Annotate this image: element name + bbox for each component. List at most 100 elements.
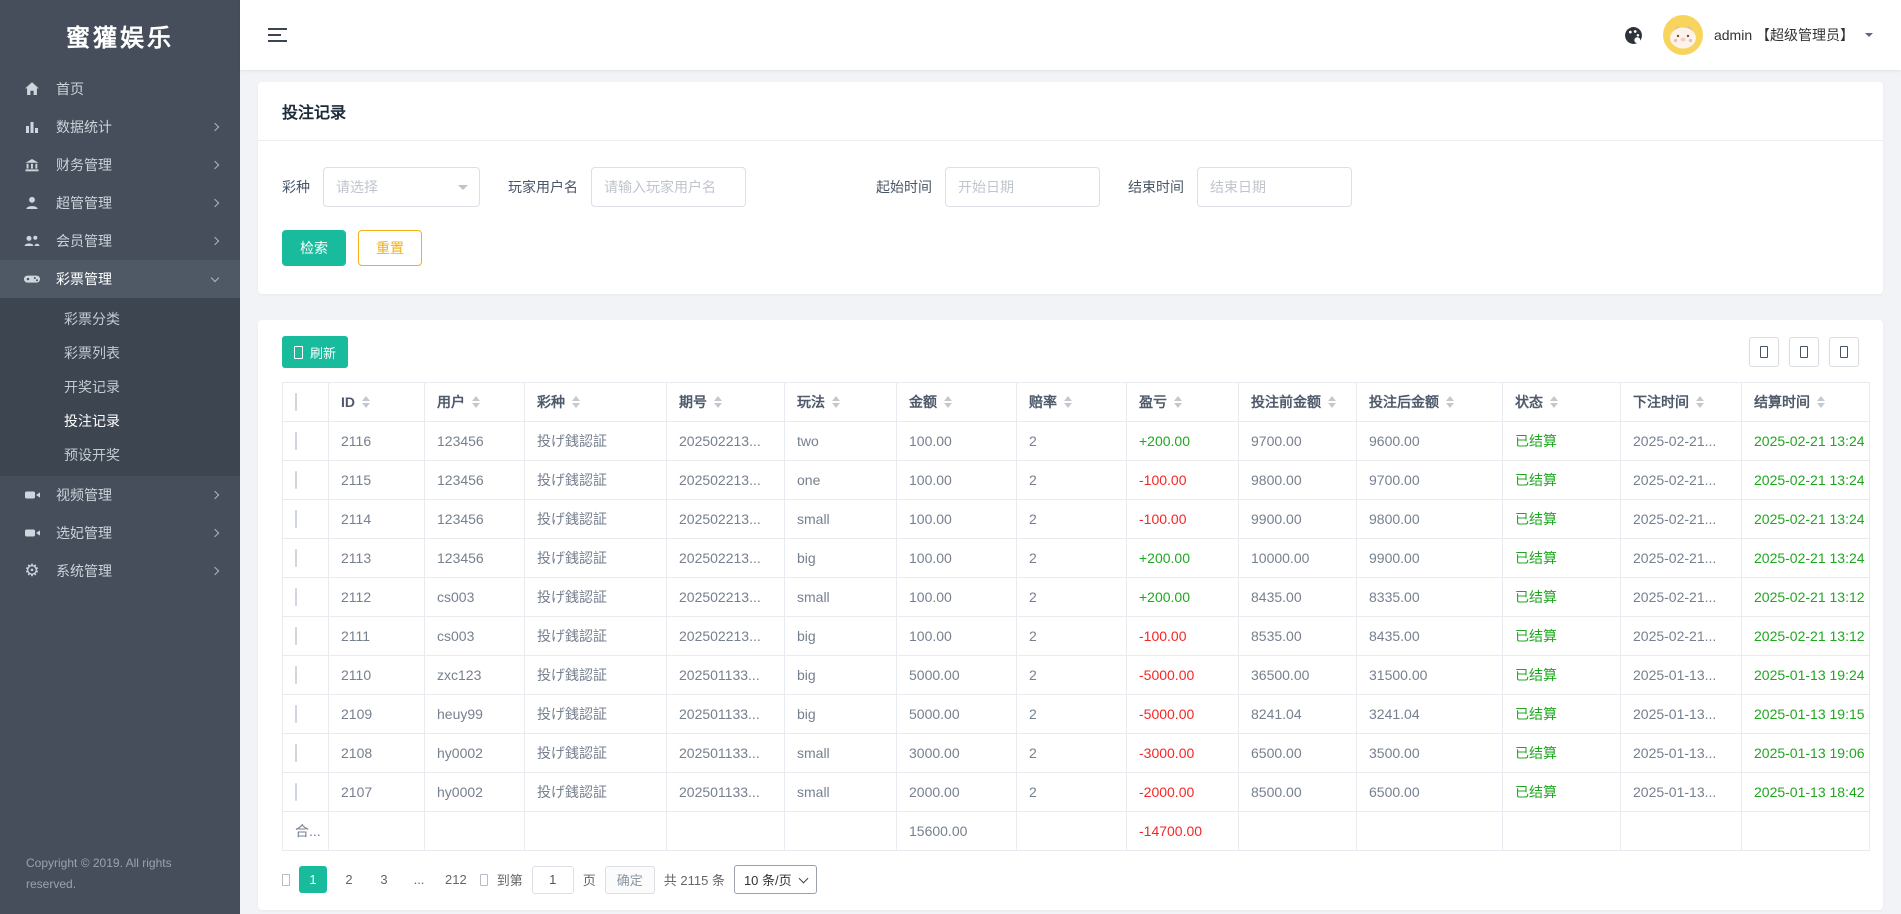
- column-header-user[interactable]: 用户: [424, 382, 525, 422]
- start-date-input[interactable]: [945, 167, 1100, 207]
- page-size-select[interactable]: 10 条/页: [733, 865, 817, 894]
- column-header-issue[interactable]: 期号: [666, 382, 785, 422]
- page-button-1[interactable]: 1: [299, 866, 327, 893]
- cell-odds: 2: [1016, 577, 1127, 617]
- user-menu[interactable]: admin 【超级管理员】: [1662, 15, 1873, 55]
- sidebar-item-4[interactable]: 会员管理: [0, 222, 240, 260]
- toolbar-icon-button-3[interactable]: [1829, 337, 1859, 367]
- cell-settle_time: 2025-02-21 13:12: [1741, 616, 1870, 656]
- select-all-checkbox[interactable]: [295, 393, 297, 411]
- cell-profit: +200.00: [1126, 421, 1239, 461]
- cell-id: 2112: [328, 577, 425, 617]
- cell-bet_time: 2025-01-13...: [1620, 733, 1742, 773]
- chevron-right-icon: [210, 198, 220, 208]
- cell-profit: -100.00: [1126, 616, 1239, 656]
- sort-icon[interactable]: [1174, 396, 1182, 408]
- row-checkbox[interactable]: [295, 627, 297, 645]
- sort-icon[interactable]: [1328, 396, 1336, 408]
- chevron-right-icon: [210, 160, 220, 170]
- next-page-button[interactable]: [479, 873, 488, 886]
- goto-page-input[interactable]: [531, 865, 574, 894]
- player-username-input[interactable]: [591, 167, 746, 207]
- sort-icon[interactable]: [1817, 396, 1825, 408]
- cell-id: 2110: [328, 655, 425, 695]
- toolbar-icon-button-1[interactable]: [1749, 337, 1779, 367]
- sidebar-item-5[interactable]: 彩票管理: [0, 260, 240, 298]
- column-header-profit[interactable]: 盈亏: [1126, 382, 1239, 422]
- sort-icon[interactable]: [944, 396, 952, 408]
- table-row: 2113 123456 投げ銭認証 202502213... big 100.00 2 +20…: [282, 538, 1870, 578]
- column-header-lottery[interactable]: 彩种: [524, 382, 667, 422]
- cell-status: 已结算: [1502, 538, 1621, 578]
- cell-user: heuy99: [424, 694, 525, 734]
- row-checkbox[interactable]: [295, 471, 297, 489]
- cell-issue: 202502213...: [666, 577, 785, 617]
- cell-select: [282, 655, 329, 695]
- column-header-amount[interactable]: 金额: [896, 382, 1017, 422]
- end-date-input[interactable]: [1197, 167, 1352, 207]
- sidebar-item-3[interactable]: 超管管理: [0, 184, 240, 222]
- column-header-play[interactable]: 玩法: [784, 382, 897, 422]
- sort-icon[interactable]: [832, 396, 840, 408]
- cell-amount: 100.00: [896, 460, 1017, 500]
- row-checkbox[interactable]: [295, 549, 297, 567]
- sort-icon[interactable]: [1696, 396, 1704, 408]
- sidebar-subitem[interactable]: 预设开奖: [0, 438, 240, 472]
- page-button-212[interactable]: 212: [441, 866, 471, 893]
- copyright-text: Copyright © 2019. All rights reserved.: [26, 856, 172, 891]
- column-header-id[interactable]: ID: [328, 382, 425, 422]
- cell-play: big: [784, 538, 897, 578]
- sidebar-item-label: 视频管理: [56, 487, 112, 503]
- confirm-button[interactable]: 确定: [604, 865, 655, 894]
- sidebar-item-1[interactable]: 数据统计: [0, 108, 240, 146]
- column-header-settle_time[interactable]: 结算时间: [1741, 382, 1870, 422]
- sort-icon[interactable]: [362, 396, 370, 408]
- column-header-status[interactable]: 状态: [1502, 382, 1621, 422]
- row-checkbox[interactable]: [295, 588, 297, 606]
- sidebar-item-2[interactable]: 财务管理: [0, 146, 240, 184]
- column-header-before[interactable]: 投注前金额: [1238, 382, 1357, 422]
- cell-issue: 202502213...: [666, 499, 785, 539]
- sort-icon[interactable]: [572, 396, 580, 408]
- column-header-sel[interactable]: [282, 382, 329, 422]
- row-checkbox[interactable]: [295, 666, 297, 684]
- page-unit-label: 页: [582, 873, 596, 888]
- cell-after: 6500.00: [1356, 772, 1503, 812]
- sidebar-subitem[interactable]: 投注记录: [0, 404, 240, 438]
- sort-icon[interactable]: [1446, 396, 1454, 408]
- row-checkbox[interactable]: [295, 705, 297, 723]
- sort-icon[interactable]: [1064, 396, 1072, 408]
- reset-button[interactable]: 重置: [358, 230, 422, 266]
- column-header-bet_time[interactable]: 下注时间: [1620, 382, 1742, 422]
- cell-settle_time: 2025-02-21 13:12: [1741, 577, 1870, 617]
- sidebar-item-7[interactable]: 选妃管理: [0, 514, 240, 552]
- cell-bet_time: 2025-02-21...: [1620, 538, 1742, 578]
- sidebar-toggle-icon[interactable]: [268, 28, 287, 42]
- sort-icon[interactable]: [472, 396, 480, 408]
- lottery-type-select[interactable]: 请选择: [323, 167, 480, 207]
- page-button-3[interactable]: 3: [371, 866, 397, 893]
- row-checkbox[interactable]: [295, 783, 297, 801]
- page-button-2[interactable]: 2: [336, 866, 362, 893]
- sidebar-subitem[interactable]: 彩票分类: [0, 302, 240, 336]
- sort-icon[interactable]: [714, 396, 722, 408]
- sidebar-item-8[interactable]: ⚙ 系统管理: [0, 552, 240, 590]
- theme-palette-icon[interactable]: [1624, 26, 1643, 45]
- sidebar-item-0[interactable]: 首页: [0, 70, 240, 108]
- sidebar-subitem[interactable]: 开奖记录: [0, 370, 240, 404]
- cell-bet_time: 2025-02-21...: [1620, 577, 1742, 617]
- row-checkbox[interactable]: [295, 510, 297, 528]
- search-button[interactable]: 检索: [282, 230, 346, 266]
- row-checkbox[interactable]: [295, 432, 297, 450]
- refresh-button[interactable]: 刷新: [282, 336, 349, 368]
- row-checkbox[interactable]: [295, 744, 297, 762]
- column-header-after[interactable]: 投注后金额: [1356, 382, 1503, 422]
- sidebar-subitem[interactable]: 彩票列表: [0, 336, 240, 370]
- column-header-odds[interactable]: 赔率: [1016, 382, 1127, 422]
- prev-page-button[interactable]: [282, 873, 290, 886]
- summary-cell-play: [784, 811, 897, 851]
- cell-bet_time: 2025-01-13...: [1620, 655, 1742, 695]
- sidebar-item-6[interactable]: 视频管理: [0, 476, 240, 514]
- toolbar-icon-button-2[interactable]: [1789, 337, 1819, 367]
- sort-icon[interactable]: [1550, 396, 1558, 408]
